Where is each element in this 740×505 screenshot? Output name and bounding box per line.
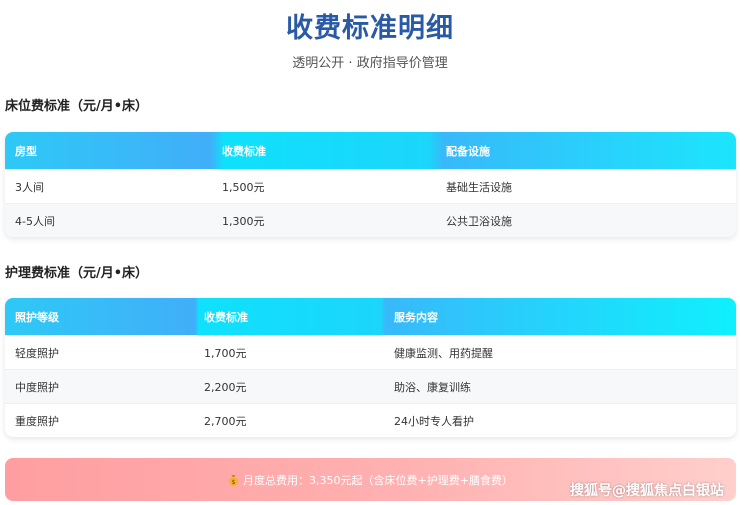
column-header-services: 服务内容 xyxy=(394,310,438,324)
table-row: 4-5人间 1,300元 公共卫浴设施 xyxy=(5,203,736,237)
table-cell: 1,300元 xyxy=(222,214,265,228)
care-fee-table-header: 照护等级 收费标准 服务内容 xyxy=(5,298,736,335)
svg-text:$: $ xyxy=(232,479,236,486)
table-cell: 健康监测、用药提醒 xyxy=(394,346,493,360)
care-fee-section-title: 护理费标准（元/月•床） xyxy=(5,266,149,281)
table-cell: 重度照护 xyxy=(15,414,59,428)
column-header-fee: 收费标准 xyxy=(222,144,266,158)
table-cell: 公共卫浴设施 xyxy=(446,214,512,228)
bed-fee-section-title: 床位费标准（元/月•床） xyxy=(5,99,149,114)
column-header-room-type: 房型 xyxy=(15,144,37,158)
table-cell: 24小时专人看护 xyxy=(394,414,474,428)
money-bag-icon: $ xyxy=(228,474,239,486)
table-cell: 1,700元 xyxy=(204,346,247,360)
total-fee-text: 月度总费用：3,350元起（含床位费+护理费+膳食费） xyxy=(243,473,513,487)
page-title: 收费标准明细 xyxy=(286,13,454,44)
care-fee-table: 照护等级 收费标准 服务内容 轻度照护 1,700元 健康监测、用药提醒 中度照… xyxy=(5,298,736,437)
watermark: 搜狐号@搜狐焦点白银站 xyxy=(570,483,724,499)
table-cell: 轻度照护 xyxy=(15,346,59,360)
table-cell: 4-5人间 xyxy=(15,214,55,228)
page-subtitle: 透明公开 · 政府指导价管理 xyxy=(292,56,448,71)
table-cell: 2,700元 xyxy=(204,414,247,428)
table-cell: 基础生活设施 xyxy=(446,180,512,194)
table-cell: 中度照护 xyxy=(15,380,59,394)
table-cell: 3人间 xyxy=(15,180,44,194)
table-row: 轻度照护 1,700元 健康监测、用药提醒 xyxy=(5,335,736,369)
table-row: 中度照护 2,200元 助浴、康复训练 xyxy=(5,369,736,403)
bed-fee-table-header: 房型 收费标准 配备设施 xyxy=(5,132,736,169)
table-cell: 2,200元 xyxy=(204,380,247,394)
table-cell: 助浴、康复训练 xyxy=(394,380,471,394)
table-cell: 1,500元 xyxy=(222,180,265,194)
column-header-fee: 收费标准 xyxy=(204,310,248,324)
column-header-care-level: 照护等级 xyxy=(15,310,59,324)
column-header-facilities: 配备设施 xyxy=(446,144,490,158)
table-row: 重度照护 2,700元 24小时专人看护 xyxy=(5,403,736,437)
bed-fee-table: 房型 收费标准 配备设施 3人间 1,500元 基础生活设施 4-5人间 1,3… xyxy=(5,132,736,237)
table-row: 3人间 1,500元 基础生活设施 xyxy=(5,169,736,203)
